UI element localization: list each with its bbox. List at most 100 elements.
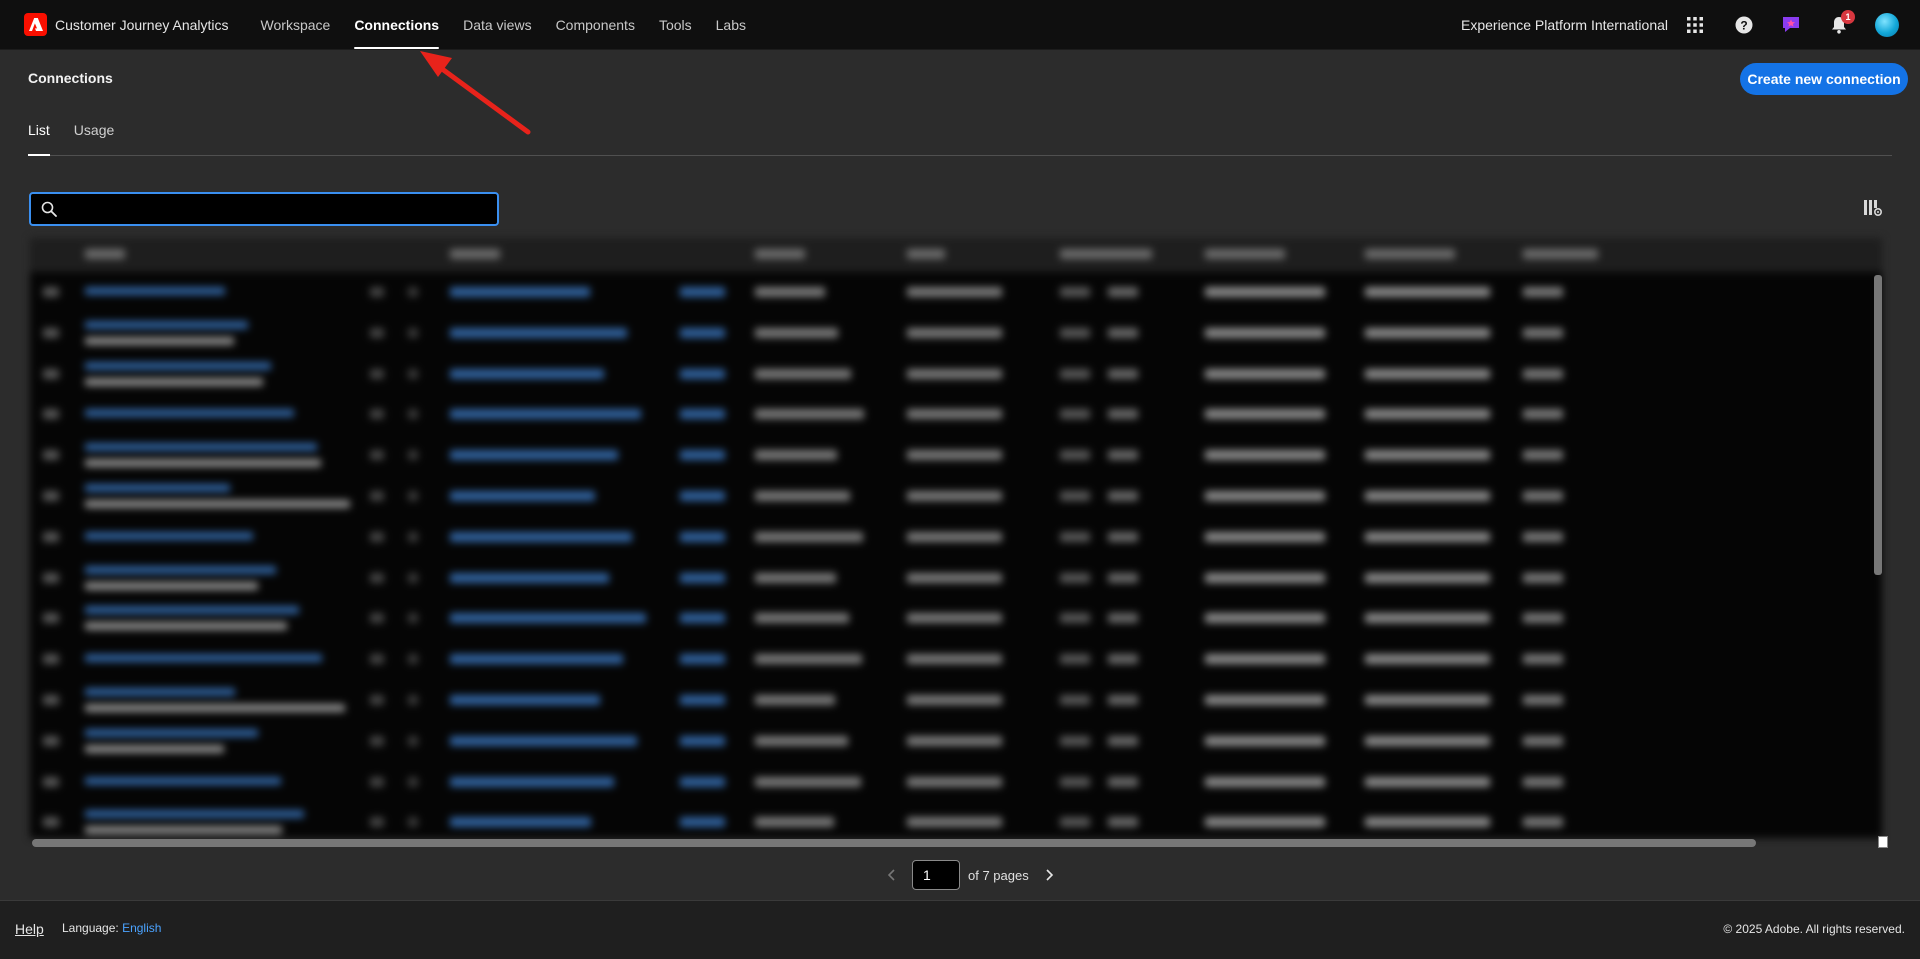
org-switcher[interactable]: Experience Platform International (1461, 0, 1668, 50)
table-cell (1205, 531, 1325, 542)
apps-grid-icon[interactable] (1683, 13, 1707, 37)
table-row[interactable] (30, 272, 1882, 313)
search-input[interactable] (57, 194, 497, 224)
table-row[interactable] (30, 680, 1882, 721)
table-row[interactable] (30, 517, 1882, 558)
table-cell (408, 327, 418, 338)
app-title[interactable]: Customer Journey Analytics (55, 17, 229, 33)
table-cell (1523, 368, 1563, 379)
pagination: of 7 pages (880, 860, 1061, 890)
table-cell (450, 572, 609, 583)
table-cell (1108, 735, 1138, 746)
table-cell (408, 531, 418, 542)
table-row[interactable] (30, 394, 1882, 435)
table-row[interactable] (30, 313, 1882, 354)
help-icon[interactable]: ? (1732, 13, 1756, 37)
table-cell (450, 409, 641, 420)
column-settings-icon[interactable] (1862, 197, 1884, 219)
page-title: Connections (28, 70, 113, 86)
table-cell (1365, 409, 1490, 420)
table-cell (680, 327, 725, 338)
table-cell (1108, 327, 1138, 338)
table-cell (907, 694, 1002, 705)
column-header[interactable] (1365, 249, 1455, 259)
table-row[interactable] (30, 721, 1882, 762)
nav-workspace[interactable]: Workspace (249, 0, 343, 50)
user-avatar[interactable] (1875, 13, 1899, 37)
table-cell (450, 450, 618, 461)
nav-connections[interactable]: Connections (342, 0, 451, 50)
table-cell (85, 483, 230, 492)
table-cell (85, 606, 299, 615)
table-row[interactable] (30, 802, 1882, 838)
table-cell (680, 694, 725, 705)
table-cell (907, 450, 1002, 461)
table-cell-subtitle (85, 377, 263, 386)
connections-table[interactable] (30, 238, 1882, 838)
table-cell (680, 409, 725, 420)
bell-icon[interactable]: 1 (1827, 10, 1855, 37)
table-cell (85, 810, 304, 819)
feedback-icon[interactable] (1779, 13, 1803, 37)
table-cell (680, 817, 725, 828)
table-row[interactable] (30, 476, 1882, 517)
column-header[interactable] (907, 249, 945, 259)
vertical-scrollbar[interactable] (1874, 275, 1882, 575)
horizontal-scrollbar[interactable] (32, 839, 1756, 847)
table-cell (85, 728, 258, 737)
table-row[interactable] (30, 435, 1882, 476)
nav-data-views[interactable]: Data views (451, 0, 543, 50)
table-cell (1523, 409, 1563, 420)
table-cell (1060, 654, 1090, 665)
table-cell (370, 531, 384, 542)
table-cell (1205, 450, 1325, 461)
adobe-logo-icon[interactable] (24, 13, 47, 36)
column-header[interactable] (450, 249, 500, 259)
table-cell (370, 776, 384, 787)
tab-usage[interactable]: Usage (74, 118, 114, 155)
table-row[interactable] (30, 762, 1882, 803)
page-number-input[interactable] (912, 860, 960, 890)
column-header[interactable] (1060, 249, 1152, 259)
next-page-icon[interactable] (1037, 863, 1061, 887)
table-cell (1060, 817, 1090, 828)
create-new-connection-button[interactable]: Create new connection (1740, 63, 1908, 95)
table-cell (1205, 735, 1325, 746)
table-cell (450, 490, 595, 501)
table-cell (1060, 572, 1090, 583)
previous-page-icon[interactable] (880, 863, 904, 887)
table-cell (907, 327, 1002, 338)
nav-labs[interactable]: Labs (704, 0, 758, 50)
table-cell (450, 287, 590, 297)
column-header[interactable] (755, 249, 805, 259)
language-link[interactable]: English (122, 921, 161, 935)
table-cell (1060, 450, 1090, 461)
table-cell (1365, 735, 1490, 746)
main-nav: Workspace Connections Data views Compone… (249, 0, 758, 50)
table-row[interactable] (30, 639, 1882, 680)
column-header[interactable] (1523, 249, 1598, 259)
help-link[interactable]: Help (15, 921, 44, 937)
table-row[interactable] (30, 354, 1882, 395)
tab-list[interactable]: List (28, 118, 50, 156)
table-cell (907, 817, 1002, 828)
nav-tools[interactable]: Tools (647, 0, 704, 50)
column-header[interactable] (1205, 249, 1285, 259)
table-row[interactable] (30, 598, 1882, 639)
table-cell (408, 450, 418, 461)
nav-components[interactable]: Components (544, 0, 647, 50)
table-cell (680, 450, 725, 461)
table-cell (1060, 287, 1090, 297)
table-cell (1108, 368, 1138, 379)
table-cell (408, 776, 418, 787)
table-cell (680, 531, 725, 542)
table-cell (1108, 287, 1138, 297)
table-cell (370, 572, 384, 583)
search-field[interactable] (29, 192, 499, 226)
table-cell (1365, 613, 1490, 624)
column-header[interactable] (85, 249, 125, 259)
table-cell (1060, 531, 1090, 542)
table-cell (450, 735, 637, 746)
table-cell (43, 409, 59, 420)
table-row[interactable] (30, 558, 1882, 599)
